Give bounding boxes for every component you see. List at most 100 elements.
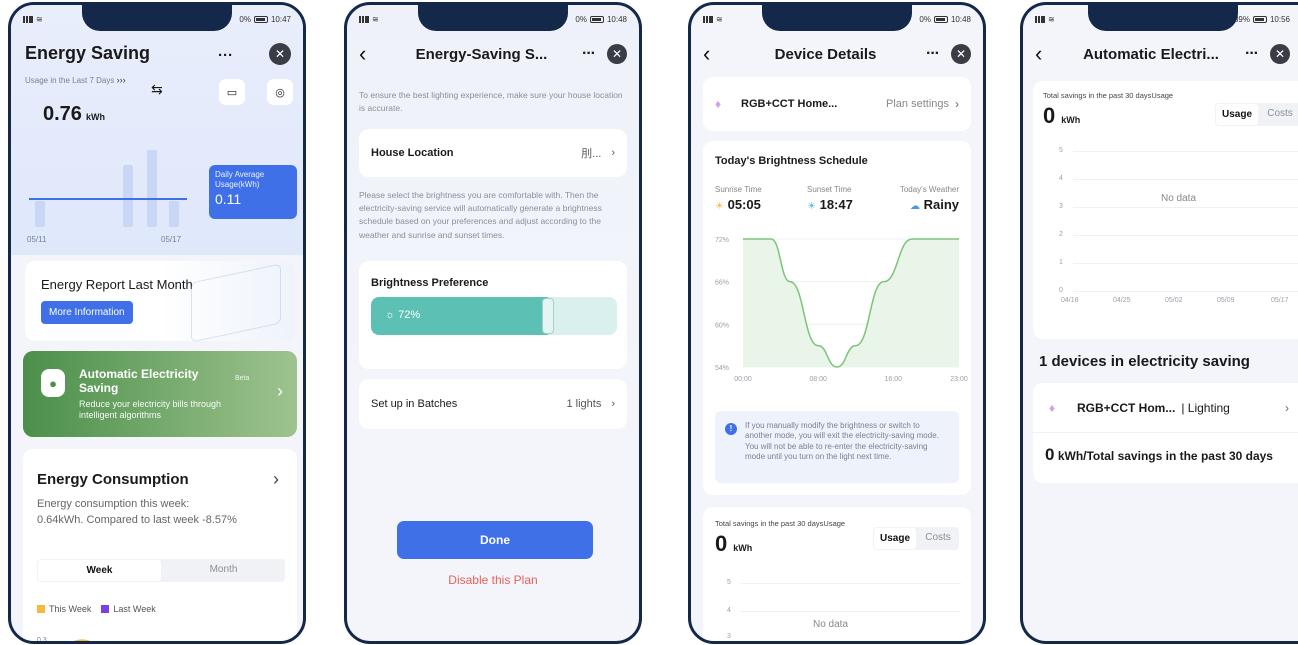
average-tooltip: Daily Average Usage(kWh) 0.11 <box>209 165 297 219</box>
consumption-line <box>73 639 91 641</box>
disable-plan-link[interactable]: Disable this Plan <box>347 573 639 587</box>
savings-card: Total savings in the past 30 daysUsage 0… <box>703 507 971 641</box>
chevron-right-icon[interactable]: › <box>273 469 279 490</box>
message-icon[interactable]: ▭ <box>219 79 245 105</box>
tooltip-label: Daily Average Usage(kWh) <box>215 170 265 190</box>
phone-device-details: ≋ 0% 10:48 ‹ Device Details ··· ✕ ♦ RGB+C… <box>688 2 986 644</box>
header: ‹ Energy-Saving S... ··· ✕ <box>347 39 639 69</box>
schedule-title: Today's Brightness Schedule <box>715 155 868 167</box>
sunset-label: Sunset Time <box>807 185 852 194</box>
chevron-right-icon[interactable]: ››› <box>117 75 126 85</box>
more-icon[interactable]: ··· <box>926 45 940 63</box>
usage-costs-toggle: Usage Costs <box>1215 103 1298 126</box>
brightness-slider[interactable]: ☼ 72% <box>371 297 617 335</box>
usage-unit: kWh <box>85 112 105 122</box>
brightness-value-block: ☼ 72% <box>385 309 420 321</box>
no-data-text: No data <box>813 619 849 630</box>
battery-text: 0% <box>919 14 931 24</box>
axis-tick: 0.3 <box>37 637 47 644</box>
chevron-right-icon[interactable]: › <box>277 381 283 402</box>
sunrise-icon: ☀ <box>715 201 724 212</box>
y-tick-label: 72% <box>715 237 729 244</box>
usage-label-text: Usage in the Last 7 Days <box>25 76 115 85</box>
status-time: 10:48 <box>606 14 627 24</box>
bulb-icon: ♦ <box>1049 400 1056 415</box>
x-tick-label: 04/25 <box>1113 297 1131 304</box>
wifi-icon: ≋ <box>372 14 379 24</box>
page-title: Device Details <box>774 45 877 63</box>
y-tick-label: 54% <box>715 365 729 372</box>
tab-week[interactable]: Week <box>38 560 161 581</box>
weather-label: Today's Weather <box>899 185 959 194</box>
consumption-description: Energy consumption this week: 0.64kWh. C… <box>37 498 237 526</box>
sunrise-label: Sunrise Time <box>715 185 762 194</box>
info-icon: ! <box>725 423 737 435</box>
energy-report-card[interactable]: Energy Report Last Month More Informatio… <box>25 261 295 343</box>
savings-value: 0 <box>715 531 728 556</box>
house-location-value: 刖... <box>581 148 602 160</box>
grid-line <box>1073 291 1298 292</box>
slider-handle[interactable] <box>542 298 555 334</box>
weather-value: Rainy <box>923 197 959 212</box>
signal-icon <box>1035 15 1045 23</box>
status-time: 10:56 <box>1269 14 1290 24</box>
savings-value-block: 0 kWh <box>715 531 752 557</box>
close-icon[interactable]: ✕ <box>607 44 627 64</box>
back-icon[interactable]: ‹ <box>359 43 381 65</box>
savings-unit: kWh <box>1061 115 1081 125</box>
close-icon[interactable]: ✕ <box>1270 44 1290 64</box>
phone-automatic-electricity: ≋ 89% 10:56 ‹ Automatic Electri... ··· ✕ … <box>1020 2 1298 644</box>
house-location-row[interactable]: House Location 刖... › <box>359 129 627 177</box>
tab-usage[interactable]: Usage <box>874 528 916 549</box>
device-name: RGB+CCT Home... <box>741 98 838 110</box>
usage-value: 0.76 <box>43 103 82 125</box>
settings-icon[interactable]: ◎ <box>267 79 293 105</box>
more-icon[interactable]: ··· <box>1245 45 1259 63</box>
consumption-title: Energy Consumption <box>37 471 189 488</box>
brightness-preference-card: Brightness Preference ☼ 72% <box>359 261 627 369</box>
usage-costs-toggle: Usage Costs <box>873 527 959 550</box>
batch-setup-row[interactable]: Set up in Batches 1 lights › <box>359 379 627 429</box>
automatic-saving-card[interactable]: ● Automatic Electricity Saving Beta Redu… <box>23 351 297 437</box>
tab-costs[interactable]: Costs <box>917 527 959 550</box>
chevron-right-icon: › <box>611 398 615 410</box>
back-icon[interactable]: ‹ <box>1035 43 1057 65</box>
plan-settings-link[interactable]: Plan settings <box>886 98 949 110</box>
y-tick-label: 4 <box>1059 175 1063 182</box>
schedule-card: Today's Brightness Schedule Sunrise Time… <box>703 141 971 495</box>
chart-date-start: 05/11 <box>27 235 47 244</box>
sunset-block: ☀ 18:47 <box>807 197 853 212</box>
usage-value-block: 0.76 kWh <box>43 103 105 126</box>
brightness-chart: 72% 66% 60% 54% 00:00 08:00 16:00 23:00 <box>715 237 968 383</box>
device-row[interactable]: ♦ RGB+CCT Hom... | Lighting › <box>1033 383 1298 433</box>
tab-month[interactable]: Month <box>162 559 285 582</box>
device-row[interactable]: ♦ RGB+CCT Home... Plan settings › <box>703 77 971 131</box>
sunset-value: 18:47 <box>819 197 853 212</box>
devices-card: ♦ RGB+CCT Hom... | Lighting › 0 kWh/Tota… <box>1033 383 1298 483</box>
battery-icon <box>933 15 948 23</box>
sunrise-block: ☀ 05:05 <box>715 197 761 212</box>
battery-text: 0% <box>575 14 587 24</box>
tab-costs[interactable]: Costs <box>1259 103 1298 126</box>
close-icon[interactable]: ✕ <box>951 44 971 64</box>
brightness-description: Please select the brightness you are com… <box>359 190 602 240</box>
tab-usage[interactable]: Usage <box>1216 104 1258 125</box>
y-tick-label: 3 <box>1059 203 1063 210</box>
wifi-icon: ≋ <box>1048 14 1055 24</box>
done-button[interactable]: Done <box>397 521 593 559</box>
usage-bar <box>147 150 157 227</box>
close-icon[interactable]: ✕ <box>269 43 291 65</box>
swap-icon[interactable]: ⇆ <box>151 81 163 98</box>
legend-this-week: This Week <box>49 604 92 614</box>
more-information-button[interactable]: More Information <box>41 301 133 324</box>
sun-icon: ☼ <box>385 309 396 321</box>
grid-line <box>1073 207 1298 208</box>
back-icon[interactable]: ‹ <box>703 43 725 65</box>
weather-block: ☁ Rainy <box>910 197 959 212</box>
report-title: Energy Report Last Month <box>41 277 193 292</box>
week-month-toggle: Week Month <box>37 559 285 582</box>
legend-last-week: Last Week <box>113 604 156 614</box>
batch-label: Set up in Batches <box>371 398 458 410</box>
more-icon[interactable]: ··· <box>582 45 596 63</box>
more-icon[interactable]: ··· <box>218 47 233 64</box>
